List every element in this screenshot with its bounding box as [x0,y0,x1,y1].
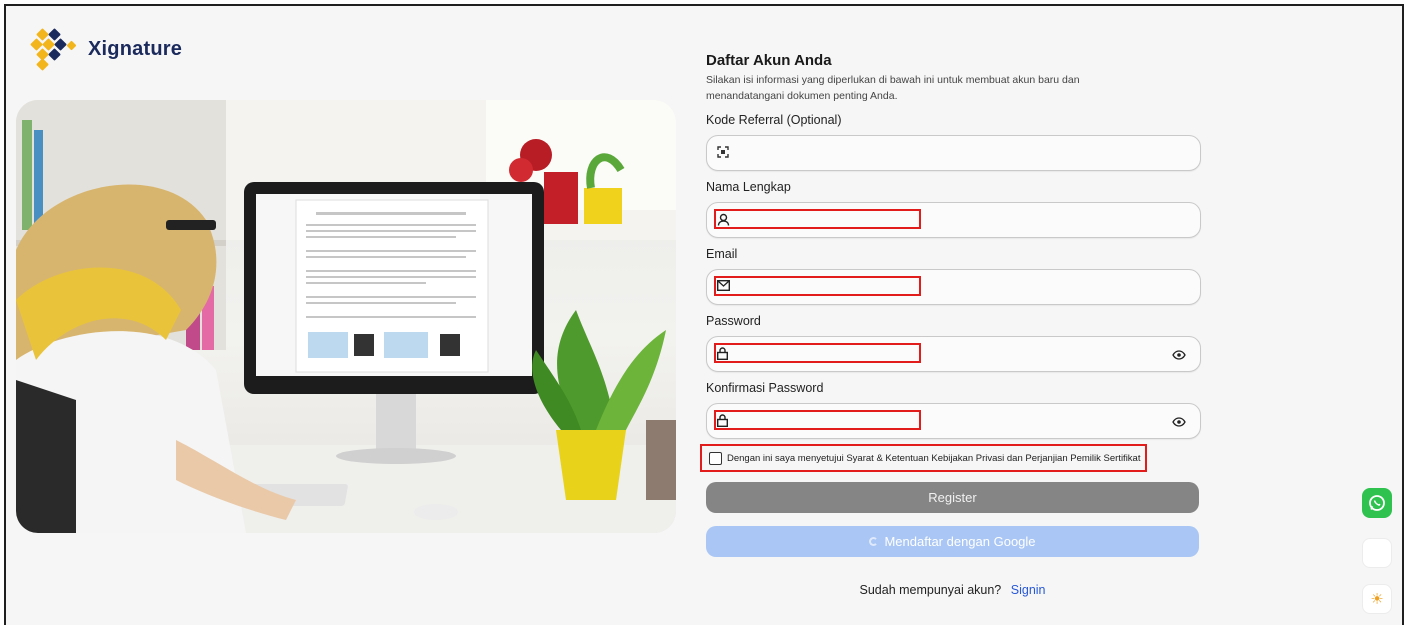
terms-row: Dengan ini saya menyetujui Syarat & Kete… [700,444,1201,472]
referral-input[interactable] [739,140,1159,166]
lock-icon [716,414,731,428]
fullname-input[interactable] [739,207,1159,233]
referral-label: Kode Referral (Optional) [706,113,842,127]
theme-toggle-button[interactable]: ☀ [1362,584,1392,614]
email-field[interactable] [706,269,1201,305]
signin-row: Sudah mempunyai akun? Signin [706,583,1199,597]
page-frame: Xignature Daftar Akun Anda Silakan isi i… [4,4,1404,625]
form-title: Daftar Akun Anda [706,52,832,69]
referral-field[interactable] [706,135,1201,171]
form-subtitle: Silakan isi informasi yang diperlukan di… [706,74,1080,102]
xignature-logo-icon [30,26,82,72]
google-signup-button[interactable]: Mendaftar dengan Google [706,526,1199,557]
email-label: Email [706,247,738,261]
google-icon [869,537,879,546]
google-signup-label: Mendaftar dengan Google [884,534,1036,549]
sun-icon: ☀ [1370,591,1384,608]
confirm-password-field[interactable] [706,403,1201,439]
password-input[interactable] [739,341,1159,367]
signin-link[interactable]: Signin [1011,583,1046,597]
terms-text[interactable]: Dengan ini saya menyetujui Syarat & Kete… [727,453,1140,464]
brand-logo[interactable]: Xignature [30,26,182,72]
hero-illustration [16,100,676,533]
floating-button[interactable] [1362,538,1392,568]
user-icon [717,213,731,227]
mail-icon [716,279,731,294]
signin-prompt: Sudah mempunyai akun? [859,583,1002,597]
qr-scan-icon [717,146,731,160]
confirm-password-label: Konfirmasi Password [706,381,824,395]
password-label: Password [706,314,761,328]
hero-image [16,100,676,533]
fullname-field[interactable] [706,202,1201,238]
fullname-label: Nama Lengkap [706,180,791,194]
email-input[interactable] [739,274,1159,300]
registration-form: Daftar Akun Anda Silakan isi informasi y… [700,52,1201,597]
register-button[interactable]: Register [706,482,1199,513]
lock-icon [716,347,731,361]
eye-icon[interactable] [1172,347,1186,361]
whatsapp-button[interactable] [1362,488,1392,518]
whatsapp-icon [1369,495,1385,511]
confirm-password-input[interactable] [739,408,1159,434]
password-field[interactable] [706,336,1201,372]
brand-name: Xignature [88,37,183,60]
eye-icon[interactable] [1172,414,1186,428]
terms-checkbox[interactable] [709,451,722,465]
